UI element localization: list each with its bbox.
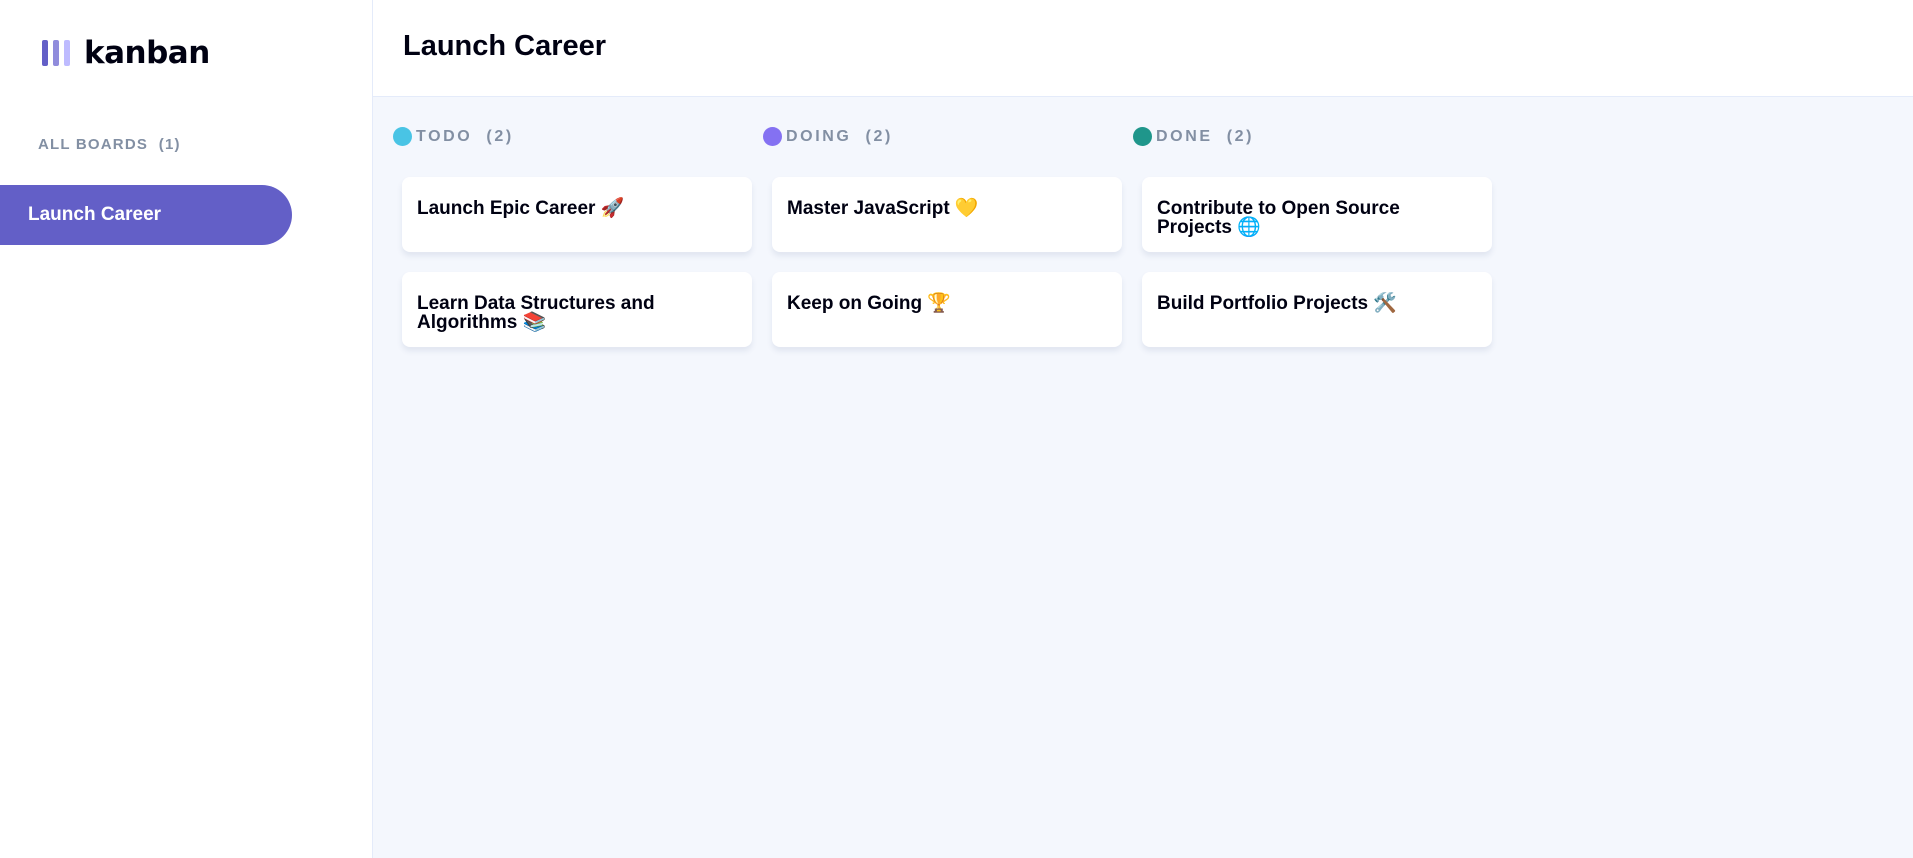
app-logo[interactable]: kanban [42,35,210,71]
task-title: Master JavaScript 💛 [787,198,979,219]
board-header: Launch Career [373,0,1913,97]
sidebar: kanban ALL BOARDS (1) Launch Career [0,0,373,858]
column-label: DOING (2) [786,127,893,145]
task-card[interactable]: Build Portfolio Projects 🛠️ [1142,272,1492,347]
task-card[interactable]: Launch Epic Career 🚀 [402,177,752,252]
column-label: TODO (2) [416,127,514,145]
task-title: Contribute to Open Source Projects 🌐 [1157,198,1400,238]
status-dot-icon [763,127,782,146]
task-title: Keep on Going 🏆 [787,293,952,314]
board-area: TODO (2) Launch Epic Career 🚀 Learn Data… [373,97,1913,858]
task-card[interactable]: Keep on Going 🏆 [772,272,1122,347]
task-card[interactable]: Contribute to Open Source Projects 🌐 [1142,177,1492,252]
sidebar-board-label: Launch Career [28,204,162,225]
sidebar-board-launch-career[interactable]: Launch Career [0,185,292,245]
page-title: Launch Career [403,30,607,62]
logo-text: kanban [84,35,210,71]
task-card[interactable]: Learn Data Structures and Algorithms 📚 [402,272,752,347]
column-header: DOING (2) [763,127,893,146]
status-dot-icon [393,127,412,146]
column-header: TODO (2) [393,127,514,146]
all-boards-heading: ALL BOARDS (1) [38,136,181,153]
logo-bars-icon [42,40,70,66]
status-dot-icon [1133,127,1152,146]
column-header: DONE (2) [1133,127,1254,146]
task-title: Launch Epic Career 🚀 [417,198,625,219]
task-card[interactable]: Master JavaScript 💛 [772,177,1122,252]
task-title: Learn Data Structures and Algorithms 📚 [417,293,655,333]
column-label: DONE (2) [1156,127,1255,145]
task-title: Build Portfolio Projects 🛠️ [1157,293,1398,314]
